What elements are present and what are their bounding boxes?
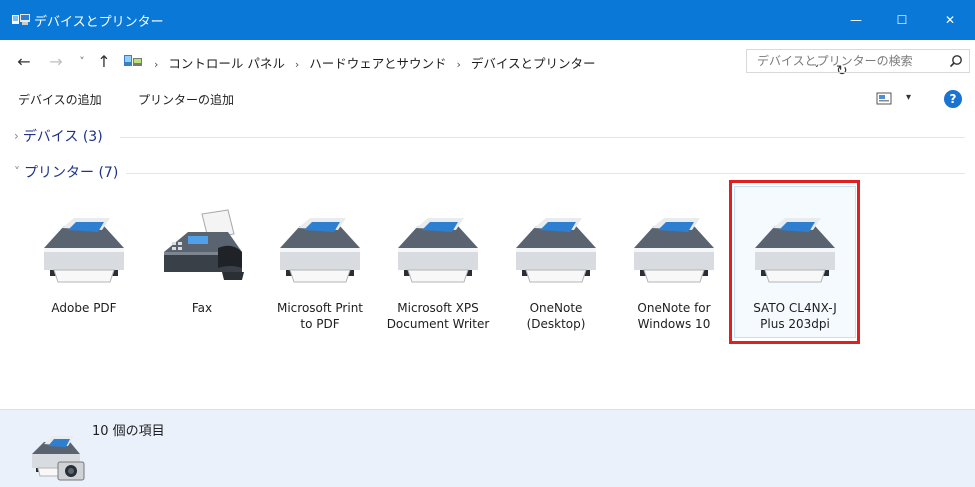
devices-printers-icon — [12, 14, 30, 25]
view-options-dropdown[interactable]: ▾ — [906, 92, 911, 103]
printer-camera-icon — [32, 436, 85, 481]
group-printers-label: プリンター (7) — [24, 165, 119, 181]
title-bar: デバイスとプリンター — ☐ ✕ — [0, 0, 975, 40]
printer-label: Fax — [144, 300, 260, 316]
close-icon: ✕ — [944, 13, 956, 27]
printer-label: Microsoft Print to PDF — [262, 300, 378, 332]
printer-icon — [44, 218, 124, 283]
printer-name-line1: OneNote for — [637, 301, 711, 315]
breadcrumb: › コントロール パネル › ハードウェアとサウンド › デバイスとプリンター — [148, 53, 596, 72]
address-bar[interactable]: › コントロール パネル › ハードウェアとサウンド › デバイスとプリンター … — [120, 50, 848, 79]
window-title: デバイスとプリンター — [34, 15, 164, 30]
printer-name-line1: Microsoft Print — [276, 301, 364, 315]
breadcrumb-hardware-sound[interactable]: ハードウェアとサウンド — [309, 56, 446, 71]
breadcrumb-separator: › — [456, 58, 461, 71]
breadcrumb-separator: › — [294, 58, 300, 71]
group-devices-header[interactable]: › デバイス (3) — [14, 126, 103, 146]
printer-name-line2: Document Writer — [386, 317, 490, 331]
back-button[interactable]: ← — [14, 51, 34, 71]
printer-icon — [280, 218, 360, 283]
annotation-red-box — [729, 180, 860, 344]
close-button[interactable]: ✕ — [925, 0, 975, 40]
printer-name-line2: to PDF — [300, 317, 340, 331]
help-icon[interactable]: ? — [944, 90, 962, 108]
printer-label: Microsoft XPS Document Writer — [380, 300, 496, 332]
control-panel-icon — [124, 55, 142, 66]
breadcrumb-devices-printers[interactable]: デバイスとプリンター — [471, 56, 596, 71]
printer-item-fax[interactable]: Fax — [144, 188, 260, 338]
maximize-button[interactable]: ☐ — [879, 0, 925, 40]
printer-item-microsoft-xps[interactable]: Microsoft XPS Document Writer — [380, 188, 496, 338]
devices-view: › デバイス (3) ˅ プリンター (7) Adobe PDF Fax Mic… — [0, 116, 975, 409]
printer-label: Adobe PDF — [26, 300, 142, 316]
printer-label: OneNote for Windows 10 — [616, 300, 732, 332]
search-icon[interactable] — [949, 54, 963, 68]
group-divider — [120, 137, 965, 138]
fax-icon — [164, 209, 244, 280]
printer-item-microsoft-print-to-pdf[interactable]: Microsoft Print to PDF — [262, 188, 378, 338]
breadcrumb-separator: › — [154, 58, 159, 71]
printer-name-line1: Fax — [191, 301, 213, 315]
command-bar: デバイスの追加 プリンターの追加 ▾ ? — [0, 82, 975, 116]
forward-button[interactable]: → — [46, 51, 66, 71]
printer-item-onenote-win10[interactable]: OneNote for Windows 10 — [616, 188, 732, 338]
chevron-right-icon: › — [14, 129, 19, 143]
group-devices-label: デバイス (3) — [22, 129, 103, 145]
group-printers-header[interactable]: ˅ プリンター (7) — [14, 162, 118, 182]
search-input[interactable] — [747, 50, 947, 72]
minimize-button[interactable]: — — [833, 0, 879, 40]
minimize-icon: — — [850, 13, 862, 27]
printer-name-line1: Microsoft XPS — [397, 301, 479, 315]
search-box[interactable] — [746, 49, 970, 73]
printer-item-adobe-pdf[interactable]: Adobe PDF — [26, 188, 142, 338]
breadcrumb-control-panel[interactable]: コントロール パネル — [168, 56, 284, 71]
add-device-button[interactable]: デバイスの追加 — [18, 91, 102, 108]
maximize-icon: ☐ — [896, 13, 908, 27]
printer-name-line1: Adobe PDF — [51, 301, 117, 315]
address-row: ← → ˅ ↑ › コントロール パネル › ハードウェアとサウンド › デバイ… — [0, 40, 975, 82]
change-view-icon[interactable] — [876, 92, 894, 106]
printer-label: OneNote (Desktop) — [498, 300, 614, 332]
chevron-down-icon: ˅ — [14, 165, 20, 179]
details-pane: 10 個の項目 — [0, 409, 975, 487]
printer-icon — [398, 218, 478, 283]
up-button[interactable]: ↑ — [94, 51, 114, 71]
printer-name-line2: (Desktop) — [526, 317, 586, 331]
printer-name-line2: Windows 10 — [637, 317, 711, 331]
printer-name-line1: OneNote — [529, 301, 583, 315]
printer-icon — [516, 218, 596, 283]
printer-icon — [634, 218, 714, 283]
recent-locations-button[interactable]: ˅ — [72, 51, 92, 71]
add-printer-button[interactable]: プリンターの追加 — [138, 91, 234, 108]
group-divider — [126, 173, 965, 174]
item-count: 10 個の項目 — [92, 424, 165, 439]
printer-item-onenote-desktop[interactable]: OneNote (Desktop) — [498, 188, 614, 338]
